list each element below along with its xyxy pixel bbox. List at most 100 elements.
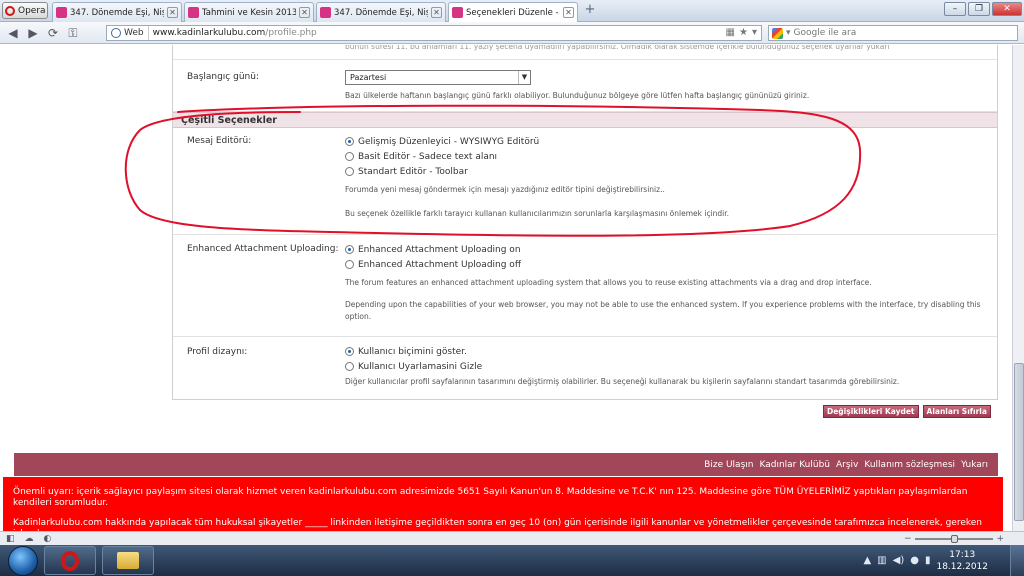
zoom-knob[interactable] bbox=[950, 535, 958, 543]
radio-button[interactable] bbox=[345, 152, 354, 161]
footer-link-home[interactable]: Kadınlar Kulübü bbox=[759, 460, 830, 470]
option-label: Enhanced Attachment Uploading off bbox=[358, 259, 522, 270]
message-editor-body: Gelişmiş Düzenleyici - WYSIWYG Editörü B… bbox=[345, 134, 985, 220]
start-button[interactable] bbox=[8, 545, 38, 576]
search-field[interactable]: ▾ Google ile ara bbox=[768, 25, 1018, 41]
radio-button[interactable] bbox=[345, 167, 354, 176]
start-day-selected: Pazartesi bbox=[350, 73, 387, 82]
speed-dial-icon[interactable]: ◐ bbox=[44, 534, 52, 544]
message-editor-note: Bu seçenek özellikle farklı tarayıcı kul… bbox=[345, 209, 730, 218]
site-favicon-icon bbox=[188, 7, 199, 18]
editor-option-wysiwyg[interactable]: Gelişmiş Düzenleyici - WYSIWYG Editörü bbox=[345, 134, 985, 149]
site-favicon-icon bbox=[56, 7, 67, 18]
radio-button[interactable] bbox=[345, 260, 354, 269]
taskbar-opera[interactable] bbox=[44, 546, 96, 575]
taskbar-explorer[interactable] bbox=[102, 546, 154, 575]
footer-nav: Bize Ulaşın Kadınlar Kulübü Arşiv Kullan… bbox=[14, 453, 998, 476]
save-changes-button[interactable]: Değişiklikleri Kaydet bbox=[823, 405, 919, 418]
attachment-option-off[interactable]: Enhanced Attachment Uploading off bbox=[345, 257, 985, 272]
zoom-slider[interactable]: − + bbox=[904, 534, 1004, 544]
start-day-label: Başlangıç günü: bbox=[187, 72, 259, 82]
message-editor-row: Mesaj Editörü: Gelişmiş Düzenleyici - WY… bbox=[173, 129, 997, 235]
editor-option-toolbar[interactable]: Standart Editör - Toolbar bbox=[345, 164, 985, 179]
tab[interactable]: 347. Dönemde Eşi, Nişa... ✕ bbox=[52, 2, 182, 22]
options-panel: bunun suresi 11. bu anlamları 11. yazıy … bbox=[172, 45, 998, 400]
show-desktop-button[interactable] bbox=[1010, 545, 1024, 576]
address-path: /profile.php bbox=[265, 28, 317, 38]
folder-icon bbox=[117, 552, 139, 569]
message-editor-description: Forumda yeni mesaj göndermek için mesajı… bbox=[345, 185, 665, 194]
dropdown-icon[interactable]: ▾ bbox=[752, 27, 757, 38]
reload-icon[interactable]: ⟳ bbox=[46, 26, 60, 40]
legal-warning-text-2: Kadinlarkulubu.com hakkında yapılacak tü… bbox=[13, 518, 982, 531]
footer-link-top[interactable]: Yukarı bbox=[961, 460, 988, 470]
close-tab-icon[interactable]: ✕ bbox=[299, 7, 310, 18]
browser-status-bar: ◧ ☁ ◐ − + bbox=[0, 531, 1024, 545]
page-scrollbar[interactable] bbox=[1012, 45, 1024, 531]
attachment-option-on[interactable]: Enhanced Attachment Uploading on bbox=[345, 242, 985, 257]
legal-warning-text: Önemli uyarı: içerik sağlayıcı paylaşım … bbox=[13, 487, 968, 508]
radio-button[interactable] bbox=[345, 245, 354, 254]
footer-link-terms[interactable]: Kullanım sözleşmesi bbox=[864, 460, 955, 470]
radio-button[interactable] bbox=[345, 347, 354, 356]
radio-button[interactable] bbox=[345, 362, 354, 371]
page-viewport: bunun suresi 11. bu anlamları 11. yazıy … bbox=[0, 45, 1012, 531]
scrollbar-thumb[interactable] bbox=[1014, 363, 1024, 521]
close-tab-icon[interactable]: ✕ bbox=[167, 7, 178, 18]
zoom-out-icon[interactable]: − bbox=[904, 534, 912, 544]
address-bar[interactable]: Web www.kadinlarkulubu.com/profile.php ▦… bbox=[106, 25, 762, 41]
maximize-icon[interactable]: ❐ bbox=[968, 2, 990, 16]
close-tab-icon[interactable]: ✕ bbox=[563, 7, 574, 18]
editor-option-basic[interactable]: Basit Editör - Sadece text alanı bbox=[345, 149, 985, 164]
search-placeholder: Google ile ara bbox=[793, 28, 857, 38]
attachment-label: Enhanced Attachment Uploading: bbox=[187, 244, 339, 254]
bookmark-star-icon[interactable]: ★ bbox=[739, 27, 748, 38]
cloud-icon[interactable]: ☁ bbox=[25, 534, 34, 544]
profile-design-body: Kullanıcı biçimini göster. Kullanıcı Uya… bbox=[345, 344, 985, 388]
tab-label: 347. Dönemde Eşi, Nişa... bbox=[70, 7, 164, 18]
forward-icon[interactable]: ▶ bbox=[26, 26, 40, 40]
footer-link-archive[interactable]: Arşiv bbox=[836, 460, 858, 470]
footer-link-contact[interactable]: Bize Ulaşın bbox=[704, 460, 753, 470]
key-icon[interactable]: ⚿ bbox=[66, 26, 80, 40]
option-label: Basit Editör - Sadece text alanı bbox=[358, 151, 498, 162]
start-day-body: Pazartesi ▼ Bazı ülkelerde haftanın başl… bbox=[345, 70, 985, 102]
back-icon[interactable]: ◀ bbox=[6, 26, 20, 40]
reset-fields-button[interactable]: Alanları Sıfırla bbox=[922, 405, 991, 418]
legal-warning: Önemli uyarı: içerik sağlayıcı paylaşım … bbox=[3, 477, 1003, 531]
profile-option-show[interactable]: Kullanıcı biçimini göster. bbox=[345, 344, 985, 359]
search-engine-dropdown-icon[interactable]: ▾ bbox=[786, 28, 791, 38]
minimize-icon[interactable]: – bbox=[944, 2, 966, 16]
zoom-in-icon[interactable]: + bbox=[996, 534, 1004, 544]
start-day-select[interactable]: Pazartesi ▼ bbox=[345, 70, 531, 85]
network-icon[interactable]: ▥ bbox=[877, 555, 886, 566]
opera-menu-button[interactable]: Opera bbox=[2, 2, 48, 19]
rss-icon[interactable]: ▦ bbox=[726, 27, 735, 38]
close-tab-icon[interactable]: ✕ bbox=[431, 7, 442, 18]
clock[interactable]: 17:13 18.12.2012 bbox=[936, 549, 988, 573]
opera-icon bbox=[61, 550, 79, 571]
browser-tab-bar: Opera 347. Dönemde Eşi, Nişa... ✕ Tahmin… bbox=[0, 0, 1024, 22]
zoom-track[interactable] bbox=[914, 535, 994, 543]
attachment-row: Enhanced Attachment Uploading: Enhanced … bbox=[173, 235, 997, 337]
profile-design-description: Diğer kullanıcılar profil sayfalarının t… bbox=[345, 377, 900, 386]
google-icon bbox=[772, 27, 783, 39]
radio-button[interactable] bbox=[345, 137, 354, 146]
option-label: Gelişmiş Düzenleyici - WYSIWYG Editörü bbox=[358, 136, 540, 147]
volume-icon[interactable]: ◀) bbox=[893, 555, 905, 566]
close-window-icon[interactable]: ✕ bbox=[992, 2, 1022, 16]
tab-active[interactable]: Seçenekleri Düzenle - K... ✕ bbox=[448, 2, 578, 22]
app-tray-icon[interactable]: ● bbox=[910, 555, 919, 566]
tab[interactable]: Tahmini ve Kesin 2013 ... ✕ bbox=[184, 2, 314, 22]
site-info-badge[interactable]: Web bbox=[107, 26, 149, 40]
opera-menu-label: Opera bbox=[18, 5, 46, 16]
profile-option-hide[interactable]: Kullanıcı Uyarlamasini Gizle bbox=[345, 359, 985, 374]
panel-toggle-icon[interactable]: ◧ bbox=[6, 534, 15, 544]
tab[interactable]: 347. Dönemde Eşi, Nişa... ✕ bbox=[316, 2, 446, 22]
form-buttons: Değişiklikleri Kaydet Alanları Sıfırla bbox=[823, 405, 991, 418]
system-tray: ▲ ▥ ◀) ● ▮ 17:13 18.12.2012 bbox=[863, 545, 988, 576]
attachment-note: Depending upon the capabilities of your … bbox=[345, 300, 981, 321]
power-icon[interactable]: ▮ bbox=[925, 555, 931, 566]
new-tab-icon[interactable]: + bbox=[582, 2, 598, 18]
show-hidden-icons[interactable]: ▲ bbox=[863, 555, 871, 566]
